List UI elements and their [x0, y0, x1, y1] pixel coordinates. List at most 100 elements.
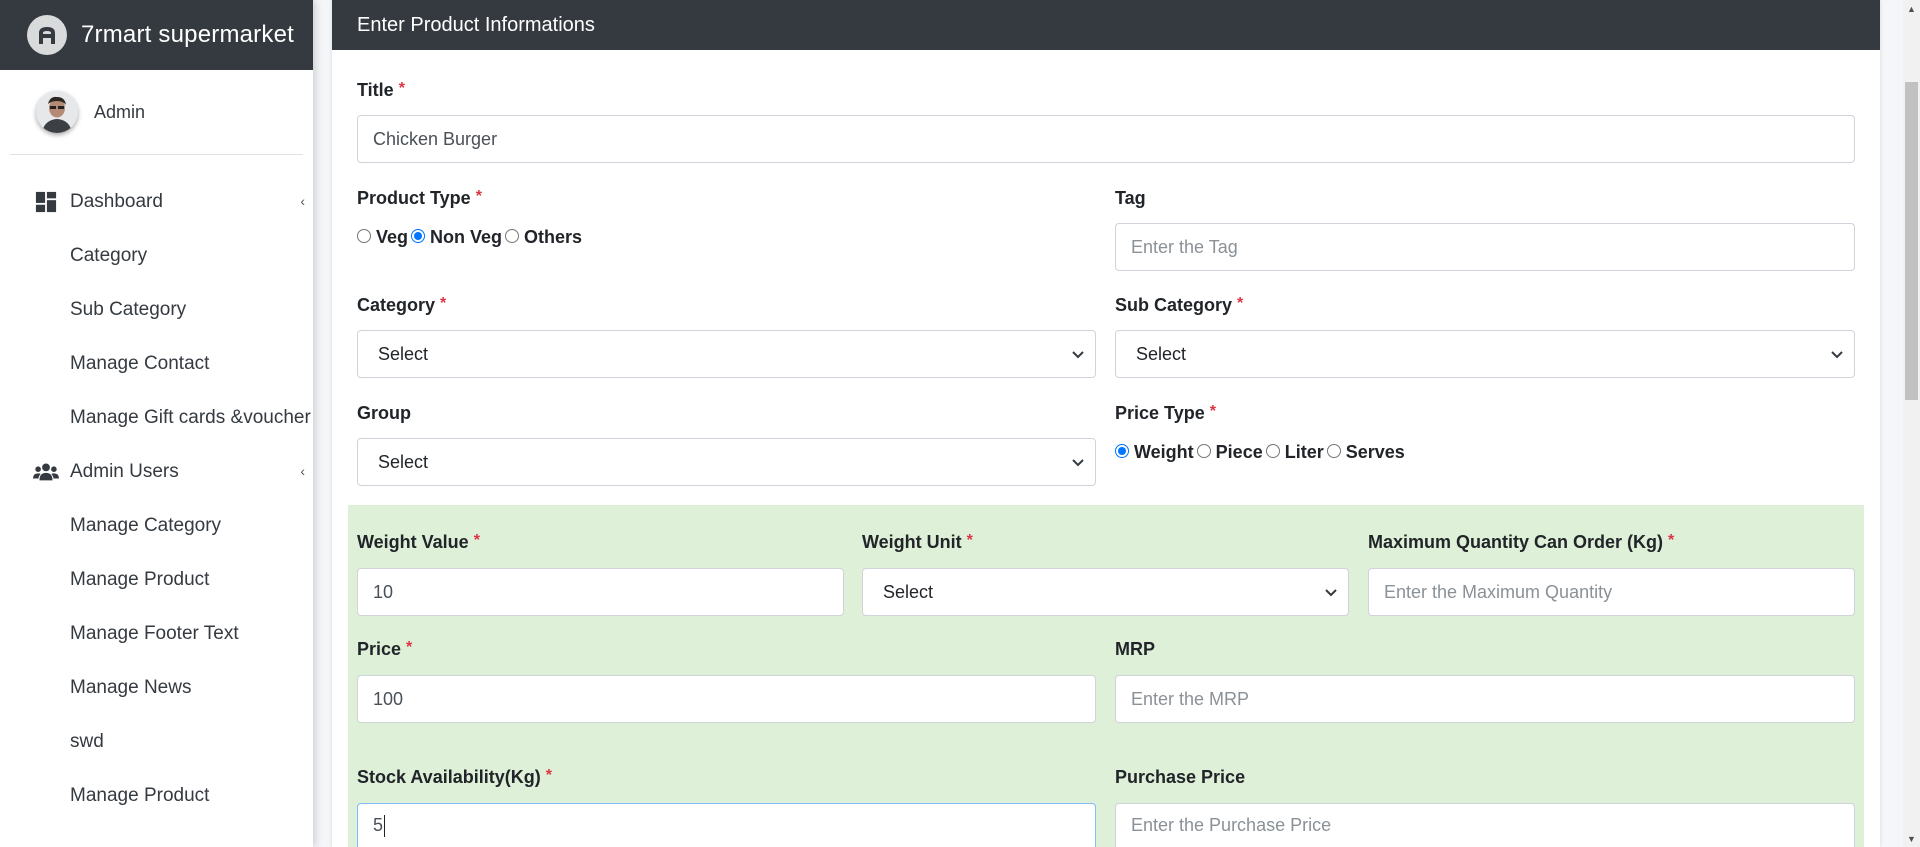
stock-value: 5: [373, 815, 384, 835]
brand-link[interactable]: 7rmart supermarket: [0, 0, 313, 70]
group-selected-value: Select: [378, 451, 429, 472]
user-panel[interactable]: Admin: [10, 70, 303, 155]
tag-input[interactable]: Enter the Tag: [1115, 223, 1855, 271]
radio-non-veg[interactable]: [411, 229, 426, 243]
price-label: Price *: [357, 639, 413, 659]
weight-unit-label: Weight Unit *: [862, 532, 973, 552]
price-input[interactable]: 100: [357, 675, 1096, 723]
chevron-down-icon: [1325, 589, 1337, 597]
tag-label: Tag: [1115, 188, 1146, 208]
tag-placeholder: Enter the Tag: [1131, 236, 1238, 257]
radio-weight[interactable]: [1115, 444, 1129, 458]
title-input[interactable]: Chicken Burger: [357, 115, 1855, 163]
dashboard-icon: [33, 189, 59, 215]
sidebar-item-dashboard[interactable]: Dashboard ‹: [0, 175, 313, 229]
mrp-placeholder: Enter the MRP: [1131, 688, 1250, 709]
radio-liter[interactable]: [1265, 444, 1280, 458]
page-scrollbar[interactable]: ▲ ▼: [1903, 0, 1920, 847]
sidebar-item-label: Manage Category: [70, 515, 222, 536]
required-mark: *: [440, 295, 447, 312]
required-mark: *: [1668, 532, 1675, 549]
sub-category-selected-value: Select: [1136, 343, 1187, 364]
brand-logo-icon: [27, 15, 67, 55]
price-value: 100: [373, 688, 404, 709]
sidebar-item-label: Manage Product: [70, 569, 210, 590]
purchase-price-placeholder: Enter the Purchase Price: [1131, 815, 1332, 835]
sidebar-item-manage-product-2[interactable]: Manage Product: [0, 769, 313, 823]
required-mark: *: [1237, 295, 1244, 312]
radio-label-non-veg: Non Veg: [430, 227, 503, 247]
radio-label-others: Others: [524, 227, 583, 247]
card-title: Enter Product Informations: [357, 13, 595, 36]
stock-input[interactable]: 5: [357, 803, 1096, 847]
mrp-label: MRP: [1115, 639, 1155, 659]
mrp-input[interactable]: Enter the MRP: [1115, 675, 1855, 723]
sidebar-item-label: Manage Footer Text: [70, 623, 239, 644]
chevron-left-icon: ‹: [300, 193, 305, 209]
radio-serves[interactable]: [1326, 444, 1341, 458]
sidebar-item-label: Manage Gift cards &voucher: [70, 407, 311, 428]
max-quantity-placeholder: Enter the Maximum Quantity: [1384, 581, 1613, 602]
weight-value-label: Weight Value *: [357, 532, 480, 552]
stock-label: Stock Availability(Kg) *: [357, 767, 552, 787]
radio-label-weight: Weight: [1134, 442, 1194, 462]
sidebar-nav: Dashboard ‹ Category Sub Category Manage…: [0, 155, 313, 823]
radio-label-serves: Serves: [1345, 442, 1405, 462]
radio-label-liter: Liter: [1284, 442, 1324, 462]
required-mark: *: [545, 767, 552, 784]
required-mark: *: [398, 80, 405, 97]
radio-label-piece: Piece: [1215, 442, 1263, 462]
chevron-down-icon: [1072, 459, 1084, 467]
weight-value-input[interactable]: 10: [357, 568, 844, 616]
sidebar-item-manage-contact[interactable]: Manage Contact: [0, 337, 313, 391]
sub-category-label: Sub Category *: [1115, 295, 1244, 315]
scroll-up-icon[interactable]: ▲: [1903, 0, 1920, 17]
category-select[interactable]: Select: [357, 330, 1096, 378]
sidebar-item-admin-users[interactable]: Admin Users ‹: [0, 445, 313, 499]
radio-others[interactable]: [505, 229, 520, 243]
price-type-label: Price Type *: [1115, 403, 1216, 423]
users-icon: [33, 459, 59, 485]
radio-veg[interactable]: [357, 229, 371, 243]
product-type-radio-group: Veg Non Veg Others: [357, 227, 585, 248]
sidebar-item-sub-category[interactable]: Sub Category: [0, 283, 313, 337]
required-mark: *: [473, 532, 480, 549]
weight-unit-selected-value: Select: [883, 581, 934, 602]
group-select[interactable]: Select: [357, 438, 1096, 486]
sidebar-item-manage-category[interactable]: Manage Category: [0, 499, 313, 553]
sidebar-item-manage-footer-text[interactable]: Manage Footer Text: [0, 607, 313, 661]
sidebar-item-manage-gift-cards[interactable]: Manage Gift cards &voucher: [0, 391, 313, 445]
sidebar-item-manage-product[interactable]: Manage Product: [0, 553, 313, 607]
radio-piece[interactable]: [1196, 444, 1211, 458]
sidebar-item-label: swd: [70, 731, 104, 752]
chevron-left-icon: ‹: [300, 463, 305, 479]
sidebar: 7rmart supermarket Admin Dashboard ‹ Cat…: [0, 0, 313, 847]
chevron-down-icon: [1072, 351, 1084, 359]
sub-category-select[interactable]: Select: [1115, 330, 1855, 378]
sidebar-item-label: Manage Contact: [70, 353, 210, 374]
category-label: Category *: [357, 295, 447, 315]
sidebar-item-label: Category: [70, 245, 148, 266]
scrollbar-thumb[interactable]: [1905, 82, 1918, 400]
category-selected-value: Select: [378, 343, 429, 364]
required-mark: *: [1209, 403, 1216, 420]
sidebar-item-swd[interactable]: swd: [0, 715, 313, 769]
sidebar-item-manage-news[interactable]: Manage News: [0, 661, 313, 715]
sidebar-item-category[interactable]: Category: [0, 229, 313, 283]
purchase-price-input[interactable]: Enter the Purchase Price: [1115, 803, 1855, 847]
required-mark: *: [406, 639, 413, 656]
weight-value-value: 10: [373, 581, 394, 602]
sidebar-item-label: Admin Users: [70, 461, 179, 482]
chevron-down-icon: [1831, 351, 1843, 359]
max-quantity-input[interactable]: Enter the Maximum Quantity: [1368, 568, 1855, 616]
required-mark: *: [966, 532, 973, 549]
sidebar-item-label: Dashboard: [70, 191, 163, 212]
product-type-label: Product Type *: [357, 188, 482, 208]
avatar: [36, 91, 78, 133]
title-value: Chicken Burger: [373, 128, 498, 149]
scroll-down-icon[interactable]: ▼: [1903, 830, 1920, 847]
sidebar-item-label: Manage News: [70, 677, 192, 698]
sidebar-item-label: Manage Product: [70, 785, 210, 806]
price-type-radio-group: Weight Piece Liter Serves: [1115, 442, 1408, 463]
weight-unit-select[interactable]: Select: [862, 568, 1349, 616]
